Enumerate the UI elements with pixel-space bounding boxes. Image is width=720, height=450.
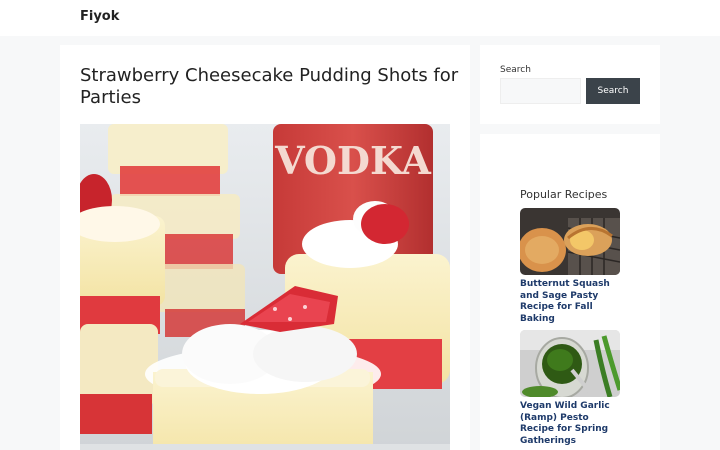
recipe-card: Butternut Squash and Sage Pasty Recipe f… <box>520 208 620 325</box>
bottle-label: VODKA <box>274 138 431 183</box>
popular-recipes-widget: Popular Recipes Butternut Squash and Sag… <box>480 134 660 450</box>
popular-recipes-title: Popular Recipes <box>520 188 608 201</box>
recipe-image-pasty[interactable] <box>520 208 620 275</box>
recipe-image-pesto[interactable] <box>520 330 620 397</box>
article-title: Strawberry Cheesecake Pudding Shots for … <box>80 65 459 108</box>
article-card: Strawberry Cheesecake Pudding Shots for … <box>60 45 470 450</box>
recipe-link-pesto[interactable]: Vegan Wild Garlic (Ramp) Pesto Recipe fo… <box>520 401 620 447</box>
recipe-card: Vegan Wild Garlic (Ramp) Pesto Recipe fo… <box>520 330 620 447</box>
search-button[interactable]: Search <box>586 78 640 104</box>
hero-image: VODKA <box>80 124 450 450</box>
site-title-link[interactable]: Fiyok <box>80 9 119 24</box>
site-header: Fiyok <box>0 0 720 36</box>
search-widget: Search Search <box>480 45 660 124</box>
search-input[interactable] <box>500 78 581 104</box>
search-label: Search <box>500 65 531 75</box>
recipe-link-pasty[interactable]: Butternut Squash and Sage Pasty Recipe f… <box>520 279 620 325</box>
